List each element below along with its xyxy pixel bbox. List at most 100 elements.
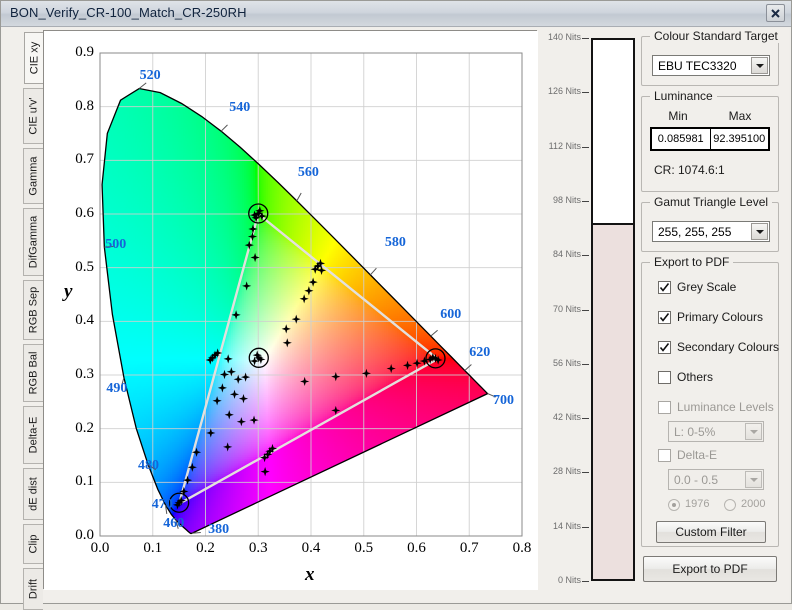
nits-tick-label: 28 Nits [553,466,581,476]
nits-tick-mark [582,147,589,148]
y-axis-tick-label: 0.7 [56,151,94,168]
luminance-max-header: Max [712,109,768,123]
chevron-down-icon[interactable] [745,423,762,440]
delta-e-range-select[interactable]: 0.0 - 0.5 [668,469,764,490]
cie-chart-panel[interactable]: 0.00.10.20.30.40.50.60.70.80.00.10.20.30… [43,30,537,589]
colour-standard-select[interactable]: EBU TEC3320 [652,55,770,76]
nits-tick-mark [582,255,589,256]
window-title: BON_Verify_CR-100_Match_CR-250RH [10,5,247,20]
check-icon [659,282,670,293]
wavelength-label: 380 [208,522,229,538]
tab-gamma[interactable]: Gamma [23,148,43,204]
wavelength-label: 580 [385,235,406,251]
gamut-level-value: 255, 255, 255 [658,225,731,239]
custom-filter-button[interactable]: Custom Filter [656,521,766,543]
cie-chromaticity-diagram [44,31,538,590]
checkbox-box[interactable] [658,311,671,324]
chevron-down-icon[interactable] [751,57,768,74]
checkbox-box[interactable] [658,401,671,414]
nits-scale-area: 140 Nits 126 Nits 112 Nits 98 Nits 84 Nits 70… [539,30,637,589]
luminance-bar [591,38,635,581]
wavelength-label: 480 [138,458,159,474]
tab-de-dist[interactable]: dE dist [23,468,43,520]
tab-label: Gamma [28,156,39,195]
nits-tick-mark [582,310,589,311]
wavelength-label: 500 [105,237,126,253]
x-axis-tick-label: 0.2 [190,540,222,557]
nits-tick-label: 112 Nits [549,141,581,151]
y-axis-tick-label: 0.8 [56,98,94,115]
check-icon [659,312,670,323]
tab-label: CIE u'v' [28,97,39,134]
nits-tick-label: 98 Nits [553,195,581,205]
checkbox-box[interactable] [658,281,671,294]
checkbox-label: Primary Colours [677,310,763,324]
nits-tick-mark [582,364,589,365]
y-axis-label: y [64,281,72,303]
checkbox-box[interactable] [658,371,671,384]
nits-tick-label: 126 Nits [548,86,581,96]
delta-e-range-value: 0.0 - 0.5 [674,473,718,487]
tab-difgamma[interactable]: DifGamma [23,208,43,276]
radio-dot [672,503,676,507]
wavelength-label: 560 [298,165,319,181]
luminance-table: 0.085981 92.395100 [650,127,770,151]
nits-tick-mark [582,201,589,202]
close-x-icon [770,8,781,19]
export-to-pdf-button[interactable]: Export to PDF [643,556,777,582]
x-axis-label: x [305,564,315,586]
nits-tick-label: 0 Nits [558,575,581,585]
chevron-down-icon[interactable] [745,471,762,488]
luminance-title: Luminance [650,89,717,103]
tab-strip: CIE xy CIE u'v' Gamma DifGamma RGB Sep RGB Ba… [23,30,43,568]
export-pdf-group: Export to PDF Grey Scale [641,262,779,547]
tab-cie-xy[interactable]: CIE xy [24,32,45,84]
x-axis-tick-label: 0.3 [242,540,274,557]
nits-tick-mark [582,418,589,419]
nits-tick-label: 14 Nits [553,521,581,531]
y-axis-tick-label: 0.3 [56,366,94,383]
tab-label: DifGamma [28,216,39,269]
tab-clip[interactable]: Clip [23,524,43,564]
checkbox-box[interactable] [658,449,671,462]
tab-label: CIE xy [30,42,41,74]
controls-column: Colour Standard Target EBU TEC3320 Lumin… [641,30,789,589]
y-axis-tick-label: 0.9 [56,44,94,61]
luminance-max-value: 92.395100 [710,129,769,149]
y-axis-tick-label: 0.4 [56,312,94,329]
close-button[interactable] [766,4,785,22]
x-axis-tick-label: 0.4 [295,540,327,557]
nits-tick-label: 70 Nits [553,304,581,314]
luminance-levels-value: L: 0-5% [674,425,715,439]
check-icon [659,342,670,353]
gamut-level-group: Gamut Triangle Level 255, 255, 255 [641,202,779,252]
x-axis-tick-label: 0.7 [453,540,485,557]
checkbox-box[interactable] [658,341,671,354]
wavelength-label: 620 [469,345,490,361]
checkbox-label: Luminance Levels [677,400,774,414]
radio-1976[interactable] [668,499,680,511]
luminance-levels-select[interactable]: L: 0-5% [668,421,764,442]
tab-label: RGB Bal [28,352,39,395]
chevron-down-icon[interactable] [751,223,768,240]
y-axis-tick-label: 0.2 [56,420,94,437]
tab-cie-u-v[interactable]: CIE u'v' [23,88,43,144]
x-axis-tick-label: 0.5 [348,540,380,557]
checkbox-label: Secondary Colours [677,340,779,354]
tab-delta-e[interactable]: Delta-E [23,406,43,464]
radio-1976-label: 1976 [685,498,709,510]
nits-tick-label: 140 Nits [548,32,581,42]
tab-label: Delta-E [28,417,39,454]
colour-standard-title: Colour Standard Target [650,29,782,43]
luminance-group: Luminance Min Max 0.085981 92.395100 CR:… [641,96,779,192]
tab-rgb-bal[interactable]: RGB Bal [23,344,43,402]
radio-2000[interactable] [724,499,736,511]
gamut-level-select[interactable]: 255, 255, 255 [652,221,770,242]
y-axis-tick-label: 0.6 [56,205,94,222]
nits-tick-label: 84 Nits [553,249,581,259]
y-axis-tick-label: 0.1 [56,473,94,490]
wavelength-label: 490 [106,381,127,397]
tab-label: dE dist [28,477,39,511]
x-axis-tick-label: 0.8 [506,540,538,557]
tab-rgb-sep[interactable]: RGB Sep [23,280,43,340]
